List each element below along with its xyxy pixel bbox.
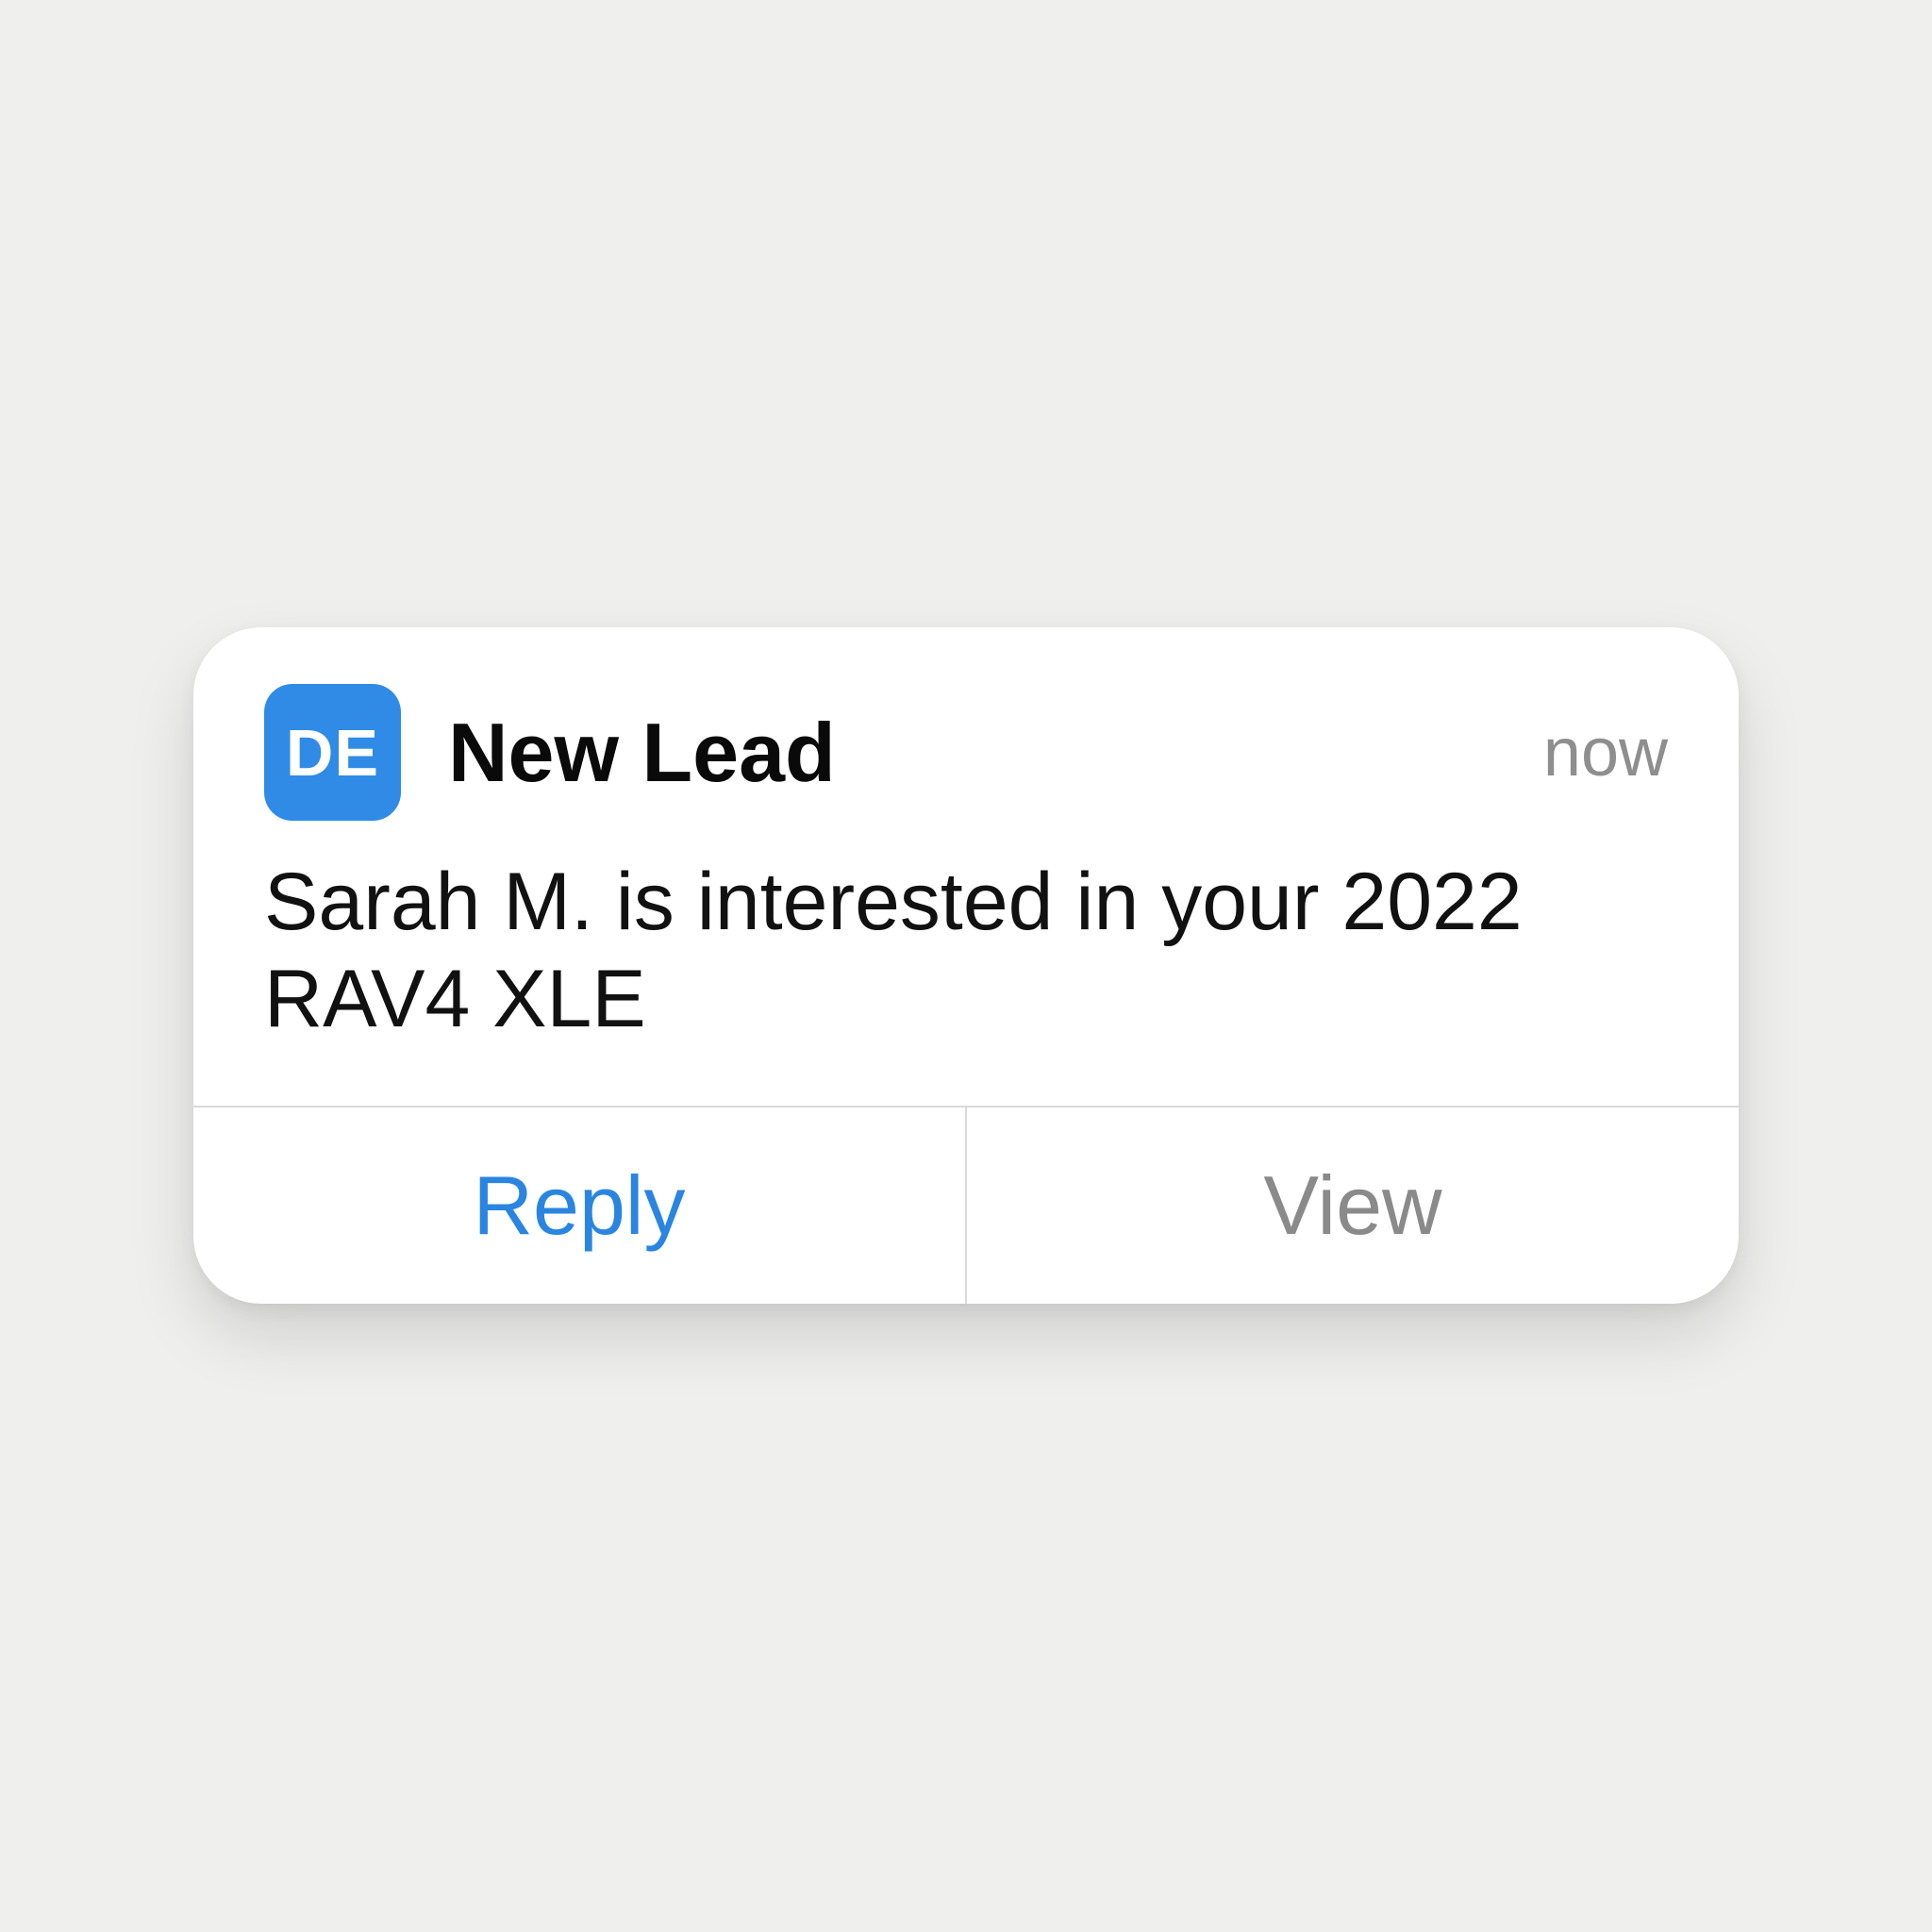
reply-button[interactable]: Reply [193,1108,965,1304]
notification-card[interactable]: DE New Lead now Sarah M. is interested i… [193,627,1739,1304]
notification-header: DE New Lead now [264,684,1668,821]
notification-timestamp: now [1542,714,1668,791]
app-icon: DE [264,684,401,821]
app-icon-label: DE [285,715,380,790]
view-button[interactable]: View [967,1108,1739,1304]
notification-actions: Reply View [193,1108,1739,1304]
notification-title: New Lead [448,705,836,799]
notification-message: Sarah M. is interested in your 2022 RAV4… [264,857,1523,1044]
screen: DE New Lead now Sarah M. is interested i… [0,0,1932,1932]
